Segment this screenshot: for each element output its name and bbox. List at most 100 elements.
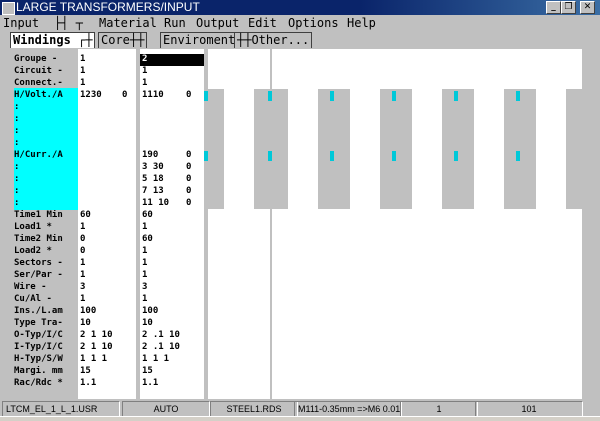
cell-w1[interactable]: 1 <box>80 54 85 65</box>
column-block <box>470 331 496 371</box>
column-block <box>334 209 396 409</box>
cell-w2[interactable]: 5 18 <box>142 174 164 185</box>
cell-w2[interactable]: 1 <box>142 66 147 77</box>
tab-enviroment[interactable]: Enviroment <box>160 32 239 48</box>
column-block <box>408 331 434 371</box>
row-label: O-Typ/I/C <box>14 330 63 340</box>
column-block <box>458 209 520 409</box>
cell-w1[interactable]: 1.1 <box>80 378 96 389</box>
column-block <box>224 89 254 211</box>
cell-w2[interactable]: 3 <box>142 282 147 293</box>
menu-run[interactable]: Run <box>164 15 186 31</box>
cell-w2[interactable]: 3 30 <box>142 162 164 173</box>
menu-output[interactable]: Output <box>196 15 239 31</box>
cell-w2[interactable]: 15 <box>142 366 153 377</box>
cell-w1[interactable]: 1 <box>80 222 85 233</box>
cell-w2[interactable]: 10 <box>142 318 153 329</box>
menu-input[interactable]: Input <box>3 15 39 31</box>
menu-symbols[interactable]: ├┤ ┬ <box>54 15 83 31</box>
cell-w1-b[interactable]: 0 <box>122 90 127 101</box>
cell-w1[interactable]: 15 <box>80 366 91 377</box>
column-block <box>536 89 566 211</box>
cell-w1[interactable]: 1230 <box>80 90 102 101</box>
cell-w2[interactable]: 11 10 <box>142 198 169 209</box>
cell-w2[interactable]: 1.1 <box>142 378 158 389</box>
cell-w2[interactable]: 1 <box>142 222 147 233</box>
cell-w2[interactable]: 1110 <box>142 90 164 101</box>
tab-other[interactable]: ┼┼Other... <box>234 32 313 48</box>
cell-w2[interactable]: 1 <box>142 294 147 305</box>
cell-w2[interactable]: 60 <box>142 210 153 221</box>
marker-cell <box>392 151 396 161</box>
menu-material[interactable]: Material <box>99 15 157 31</box>
tab-windings[interactable]: Windings ┌┼ <box>10 32 96 48</box>
row-label: Load1 * <box>14 222 52 232</box>
close-button[interactable]: ✕ <box>580 1 595 14</box>
row-label: H/Curr./A <box>14 150 63 160</box>
row-label: Margi. mm <box>14 366 63 376</box>
cell-w2[interactable]: 190 <box>142 150 158 161</box>
cell-w2[interactable]: 1 <box>142 258 147 269</box>
column-block <box>458 49 520 89</box>
row-label: : <box>14 162 20 172</box>
cell-w1[interactable]: 2 1 10 <box>80 342 113 353</box>
cell-w1[interactable]: 1 <box>80 294 85 305</box>
cell-w2[interactable]: 100 <box>142 306 158 317</box>
title-bar: LARGE TRANSFORMERS/INPUT _ ❐ ✕ <box>0 0 600 15</box>
marker-cell <box>204 151 208 161</box>
cell-w1[interactable]: 1 <box>80 78 85 89</box>
menu-edit[interactable]: Edit <box>248 15 277 31</box>
cell-w2[interactable]: 1 <box>142 78 147 89</box>
cell-w1[interactable]: 0 <box>80 246 85 257</box>
cell-w2[interactable]: 1 <box>142 246 147 257</box>
cell-w1[interactable]: 1 <box>80 270 85 281</box>
cell-w1[interactable]: 1 <box>80 66 85 77</box>
cell-w2-b[interactable]: 0 <box>186 198 191 209</box>
cell-w2-b[interactable]: 0 <box>186 174 191 185</box>
cell-w2[interactable]: 1 1 1 <box>142 354 169 365</box>
cell-w2[interactable]: 2 <box>142 54 147 65</box>
menu-options[interactable]: Options <box>288 15 339 31</box>
cell-w2-b[interactable]: 0 <box>186 90 191 101</box>
column-block <box>334 49 396 89</box>
cell-w1[interactable]: 3 <box>80 282 85 293</box>
column-block <box>220 331 246 371</box>
tab-core[interactable]: Core┼┼ <box>98 32 148 48</box>
column-block <box>346 331 372 371</box>
marker-cell <box>516 91 520 101</box>
marker-cell <box>268 91 272 101</box>
minimize-button[interactable]: _ <box>546 1 561 14</box>
cell-w1[interactable]: 100 <box>80 306 96 317</box>
cell-w2[interactable]: 2 .1 10 <box>142 330 180 341</box>
window-title: LARGE TRANSFORMERS/INPUT <box>16 0 200 14</box>
cell-w2-b[interactable]: 0 <box>186 162 191 173</box>
restore-button[interactable]: ❐ <box>561 1 576 14</box>
marker-cell <box>204 91 208 101</box>
cell-w2[interactable]: 2 .1 10 <box>142 342 180 353</box>
tab-strip: Windings ┌┼ Core┼┼ Enviroment ┼┼Other... <box>0 31 600 49</box>
cell-w1[interactable]: 0 <box>80 234 85 245</box>
cell-w1[interactable]: 10 <box>80 318 91 329</box>
row-label: Ser/Par - <box>14 270 63 280</box>
menu-help[interactable]: Help <box>347 15 376 31</box>
column-block <box>208 49 270 89</box>
cell-w1[interactable]: 2 1 10 <box>80 330 113 341</box>
cell-w1[interactable]: 1 <box>80 258 85 269</box>
winding-grid: Groupe -1 2 Circuit -1 1 Connect.- 1 1 H/Volt./… <box>0 49 600 409</box>
selected-cell[interactable] <box>140 54 204 66</box>
cell-w2[interactable]: 1 <box>142 270 147 281</box>
cell-w2[interactable]: 7 13 <box>142 186 164 197</box>
cell-w1[interactable]: 60 <box>80 210 91 221</box>
row-label: Wire - <box>14 282 47 292</box>
cell-w2[interactable]: 60 <box>142 234 153 245</box>
marker-cell <box>454 91 458 101</box>
cell-w2-b[interactable]: 0 <box>186 186 191 197</box>
row-label: Load2 * <box>14 246 52 256</box>
row-label: Circuit - <box>14 66 63 76</box>
app-icon <box>2 2 15 15</box>
row-label: Cu/Al - <box>14 294 52 304</box>
row-label: Type Tra- <box>14 318 63 328</box>
column-block <box>288 89 318 211</box>
cell-w1[interactable]: 1 1 1 <box>80 354 107 365</box>
cell-w2-b[interactable]: 0 <box>186 150 191 161</box>
